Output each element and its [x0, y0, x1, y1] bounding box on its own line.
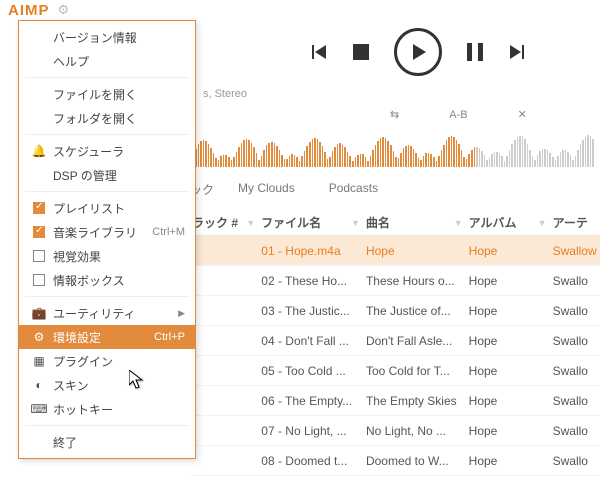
menu-preferences[interactable]: ⚙環境設定Ctrl+P	[19, 325, 195, 349]
play-button[interactable]	[394, 28, 442, 76]
cell-artist: Swallo	[551, 274, 600, 288]
stop-icon[interactable]	[353, 44, 369, 60]
checkbox-on-icon	[33, 202, 45, 214]
menu-open-file[interactable]: ファイルを開く	[19, 82, 195, 106]
library-tabs: ック My Clouds Podcasts	[190, 167, 600, 198]
col-filename[interactable]: ファイル名▼	[259, 214, 364, 231]
cell-album: Hope	[467, 274, 551, 288]
tab-podcasts[interactable]: Podcasts	[329, 181, 378, 198]
menu-separator	[25, 77, 189, 78]
checkbox-on-icon	[33, 226, 45, 238]
cell-filename: 03 - The Justic...	[259, 304, 364, 318]
cell-filename: 01 - Hope.m4a	[259, 244, 364, 258]
chevron-right-icon: ▶	[178, 308, 185, 319]
menu-scheduler[interactable]: 🔔スケジューラ	[19, 139, 195, 163]
cell-filename: 08 - Doomed t...	[259, 454, 364, 468]
menu-playlist[interactable]: プレイリスト	[19, 196, 195, 220]
cell-album: Hope	[467, 334, 551, 348]
cell-album: Hope	[467, 394, 551, 408]
playback-controls	[190, 22, 600, 82]
cell-filename: 02 - These Ho...	[259, 274, 364, 288]
cell-album: Hope	[467, 454, 551, 468]
shuffle-icon[interactable]: ✕	[518, 108, 527, 121]
table-row[interactable]: 05 - Too Cold ...Too Cold for T...HopeSw…	[190, 356, 600, 386]
cell-title: The Justice of...	[364, 304, 467, 318]
gear-icon: ⚙	[29, 330, 49, 344]
skin-icon: ◐	[29, 378, 49, 392]
cell-artist: Swallo	[551, 394, 600, 408]
repeat-icon[interactable]: ⇆	[390, 108, 399, 121]
mouse-cursor-icon	[129, 370, 145, 395]
cell-title: Hope	[364, 244, 467, 258]
track-table: ラック #▼ ファイル名▼ 曲名▼ アルバム▼ アーテ 01 - Hope.m4…	[190, 210, 600, 476]
col-track[interactable]: ラック #▼	[190, 214, 259, 231]
cell-artist: Swallo	[551, 334, 600, 348]
cell-album: Hope	[467, 304, 551, 318]
main-menu: バージョン情報 ヘルプ ファイルを開く フォルダを開く 🔔スケジューラ DSP …	[18, 20, 196, 459]
menu-visual[interactable]: 視覚効果	[19, 244, 195, 268]
col-album[interactable]: アルバム▼	[467, 214, 551, 231]
menu-separator	[25, 296, 189, 297]
cell-artist: Swallo	[551, 304, 600, 318]
cell-album: Hope	[467, 244, 551, 258]
app-logo: AIMP	[8, 2, 50, 19]
cell-artist: Swallo	[551, 364, 600, 378]
menu-hotkey[interactable]: ⌨ホットキー	[19, 397, 195, 421]
checkbox-off-icon	[33, 274, 45, 286]
menu-exit[interactable]: 終了	[19, 430, 195, 454]
bell-icon: 🔔	[29, 144, 49, 158]
cell-title: Doomed to W...	[364, 454, 467, 468]
cell-artist: Swallow	[551, 244, 600, 258]
menu-dsp[interactable]: DSP の管理	[19, 163, 195, 187]
track-info: s, Stereo	[190, 88, 600, 100]
cell-title: Too Cold for T...	[364, 364, 467, 378]
table-row[interactable]: 02 - These Ho...These Hours o...HopeSwal…	[190, 266, 600, 296]
cell-artist: Swallo	[551, 454, 600, 468]
toolbox-icon: 💼	[29, 306, 49, 320]
menu-infobox[interactable]: 情報ボックス	[19, 268, 195, 292]
table-row[interactable]: 07 - No Light, ...No Light, No ...HopeSw…	[190, 416, 600, 446]
table-header: ラック #▼ ファイル名▼ 曲名▼ アルバム▼ アーテ	[190, 210, 600, 236]
table-row[interactable]: 04 - Don't Fall ...Don't Fall Asle...Hop…	[190, 326, 600, 356]
col-artist[interactable]: アーテ	[551, 214, 600, 231]
cell-filename: 04 - Don't Fall ...	[259, 334, 364, 348]
cell-title: These Hours o...	[364, 274, 467, 288]
gear-icon[interactable]: ⚙	[58, 2, 70, 18]
menu-separator	[25, 425, 189, 426]
menu-skin[interactable]: ◐スキン	[19, 373, 195, 397]
menu-separator	[25, 191, 189, 192]
cell-title: Don't Fall Asle...	[364, 334, 467, 348]
menu-version[interactable]: バージョン情報	[19, 25, 195, 49]
table-row[interactable]: 03 - The Justic...The Justice of...HopeS…	[190, 296, 600, 326]
next-track-icon[interactable]	[508, 43, 526, 61]
col-title[interactable]: 曲名▼	[364, 214, 467, 231]
table-row[interactable]: 06 - The Empty...The Empty SkiesHopeSwal…	[190, 386, 600, 416]
table-row[interactable]: 01 - Hope.m4aHopeHopeSwallow	[190, 236, 600, 266]
menu-help[interactable]: ヘルプ	[19, 49, 195, 73]
menu-separator	[25, 134, 189, 135]
ab-repeat[interactable]: A-B	[449, 109, 467, 121]
waveform[interactable]	[190, 129, 600, 167]
cell-album: Hope	[467, 424, 551, 438]
title-bar: AIMP ⚙	[0, 0, 600, 20]
table-row[interactable]: 08 - Doomed t...Doomed to W...HopeSwallo	[190, 446, 600, 476]
cell-artist: Swallo	[551, 424, 600, 438]
grid-icon: ▦	[29, 354, 49, 368]
menu-open-folder[interactable]: フォルダを開く	[19, 106, 195, 130]
menu-utility[interactable]: 💼ユーティリティ▶	[19, 301, 195, 325]
prev-track-icon[interactable]	[310, 43, 328, 61]
cell-filename: 06 - The Empty...	[259, 394, 364, 408]
cell-title: No Light, No ...	[364, 424, 467, 438]
menu-library[interactable]: 音楽ライブラリCtrl+M	[19, 220, 195, 244]
menu-plugins[interactable]: ▦プラグイン	[19, 349, 195, 373]
tab-myclouds[interactable]: My Clouds	[238, 181, 295, 198]
keyboard-icon: ⌨	[29, 402, 49, 416]
cell-album: Hope	[467, 364, 551, 378]
cell-title: The Empty Skies	[364, 394, 467, 408]
tool-row: ⇆ A-B ✕	[190, 100, 600, 121]
checkbox-off-icon	[33, 250, 45, 262]
cell-filename: 05 - Too Cold ...	[259, 364, 364, 378]
pause-icon[interactable]	[467, 43, 483, 61]
cell-filename: 07 - No Light, ...	[259, 424, 364, 438]
